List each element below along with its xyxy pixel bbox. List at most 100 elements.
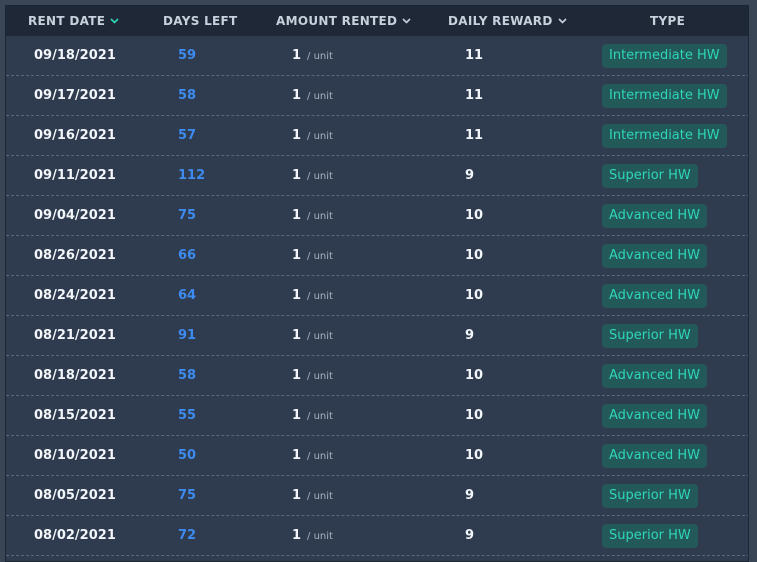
days-left-cell: 112 <box>178 168 206 183</box>
amount-value: 1 <box>292 208 302 223</box>
amount-rented-cell: 1 / unit <box>292 476 333 516</box>
table-row: 08/02/2021 72 1 / unit 9 Superior HW <box>6 516 748 556</box>
amount-rented-cell: 1 / unit <box>292 236 333 276</box>
daily-reward-cell: 11 <box>465 48 484 63</box>
unit-suffix: / unit <box>307 491 333 502</box>
table-row: 09/04/2021 75 1 / unit 10 Advanced HW <box>6 196 748 236</box>
unit-suffix: / unit <box>307 331 333 342</box>
table-row: 08/24/2021 64 1 / unit 10 Advanced HW <box>6 276 748 316</box>
days-left-cell: 58 <box>178 368 197 383</box>
column-header-daily-reward[interactable]: DAILY REWARD <box>448 6 567 36</box>
amount-rented-cell: 1 / unit <box>292 196 333 236</box>
amount-value: 1 <box>292 128 302 143</box>
rent-date-cell: 08/15/2021 <box>34 408 116 423</box>
unit-suffix: / unit <box>307 411 333 422</box>
rent-date-cell: 08/05/2021 <box>34 488 116 503</box>
amount-rented-cell: 1 / unit <box>292 156 333 196</box>
unit-suffix: / unit <box>307 131 333 142</box>
daily-reward-cell: 11 <box>465 128 484 143</box>
amount-rented-cell: 1 / unit <box>292 316 333 356</box>
daily-reward-cell: 9 <box>465 168 475 183</box>
rent-date-cell: 08/26/2021 <box>34 248 116 263</box>
table-row: 08/21/2021 91 1 / unit 9 Superior HW <box>6 316 748 356</box>
rent-date-cell: 09/16/2021 <box>34 128 116 143</box>
daily-reward-cell: 9 <box>465 528 475 543</box>
type-badge: Advanced HW <box>602 364 707 388</box>
unit-suffix: / unit <box>307 531 333 542</box>
unit-suffix: / unit <box>307 371 333 382</box>
daily-reward-cell: 10 <box>465 248 484 263</box>
column-header-label: AMOUNT RENTED <box>276 14 398 28</box>
type-badge: Superior HW <box>602 164 698 188</box>
rent-date-cell: 09/18/2021 <box>34 48 116 63</box>
unit-suffix: / unit <box>307 251 333 262</box>
amount-value: 1 <box>292 288 302 303</box>
rent-date-cell: 09/04/2021 <box>34 208 116 223</box>
column-header-amount-rented[interactable]: AMOUNT RENTED <box>276 6 411 36</box>
days-left-cell: 57 <box>178 128 197 143</box>
type-badge: Superior HW <box>602 324 698 348</box>
daily-reward-cell: 10 <box>465 368 484 383</box>
amount-value: 1 <box>292 488 302 503</box>
daily-reward-cell: 10 <box>465 288 484 303</box>
table-row: 09/11/2021 112 1 / unit 9 Superior HW <box>6 156 748 196</box>
unit-suffix: / unit <box>307 211 333 222</box>
daily-reward-cell: 10 <box>465 208 484 223</box>
table-row: 08/18/2021 58 1 / unit 10 Advanced HW <box>6 356 748 396</box>
days-left-cell: 59 <box>178 48 197 63</box>
column-header-label: DAILY REWARD <box>448 14 553 28</box>
table-row: 09/17/2021 58 1 / unit 11 Intermediate HW <box>6 76 748 116</box>
table-row: 08/15/2021 55 1 / unit 10 Advanced HW <box>6 396 748 436</box>
column-header-label: TYPE <box>650 14 686 28</box>
type-badge: Advanced HW <box>602 444 707 468</box>
table-row: 08/05/2021 75 1 / unit 9 Superior HW <box>6 476 748 516</box>
amount-rented-cell: 1 / unit <box>292 276 333 316</box>
amount-rented-cell: 1 / unit <box>292 516 333 556</box>
type-badge: Superior HW <box>602 524 698 548</box>
type-badge: Advanced HW <box>602 244 707 268</box>
daily-reward-cell: 10 <box>465 448 484 463</box>
amount-value: 1 <box>292 408 302 423</box>
daily-reward-cell: 10 <box>465 408 484 423</box>
amount-rented-cell: 1 / unit <box>292 36 333 76</box>
rent-date-cell: 08/02/2021 <box>34 528 116 543</box>
chevron-down-icon <box>402 6 411 35</box>
type-badge: Superior HW <box>602 484 698 508</box>
rent-date-cell: 08/18/2021 <box>34 368 116 383</box>
unit-suffix: / unit <box>307 451 333 462</box>
daily-reward-cell: 9 <box>465 328 475 343</box>
days-left-cell: 91 <box>178 328 197 343</box>
rent-date-cell: 09/11/2021 <box>34 168 116 183</box>
column-header-rent-date[interactable]: RENT DATE <box>28 6 119 36</box>
amount-rented-cell: 1 / unit <box>292 116 333 156</box>
chevron-down-icon <box>558 6 567 35</box>
amount-value: 1 <box>292 328 302 343</box>
amount-value: 1 <box>292 448 302 463</box>
amount-rented-cell: 1 / unit <box>292 356 333 396</box>
table-header: RENT DATE DAYS LEFT AMOUNT RENTED DAILY … <box>6 6 748 36</box>
amount-value: 1 <box>292 528 302 543</box>
type-badge: Intermediate HW <box>602 84 727 108</box>
type-badge: Advanced HW <box>602 284 707 308</box>
amount-rented-cell: 1 / unit <box>292 436 333 476</box>
amount-value: 1 <box>292 248 302 263</box>
column-header-label: DAYS LEFT <box>163 14 238 28</box>
type-badge: Advanced HW <box>602 404 707 428</box>
amount-rented-cell: 1 / unit <box>292 76 333 116</box>
table-row: 08/26/2021 66 1 / unit 10 Advanced HW <box>6 236 748 276</box>
amount-rented-cell: 1 / unit <box>292 396 333 436</box>
unit-suffix: / unit <box>307 91 333 102</box>
days-left-cell: 64 <box>178 288 197 303</box>
daily-reward-cell: 9 <box>465 488 475 503</box>
unit-suffix: / unit <box>307 291 333 302</box>
rent-date-cell: 08/10/2021 <box>34 448 116 463</box>
daily-reward-cell: 11 <box>465 88 484 103</box>
type-badge: Advanced HW <box>602 204 707 228</box>
days-left-cell: 50 <box>178 448 197 463</box>
days-left-cell: 75 <box>178 208 197 223</box>
rentals-table: RENT DATE DAYS LEFT AMOUNT RENTED DAILY … <box>5 5 749 562</box>
days-left-cell: 75 <box>178 488 197 503</box>
column-header-days-left: DAYS LEFT <box>163 6 238 36</box>
chevron-down-icon <box>110 6 119 35</box>
unit-suffix: / unit <box>307 171 333 182</box>
